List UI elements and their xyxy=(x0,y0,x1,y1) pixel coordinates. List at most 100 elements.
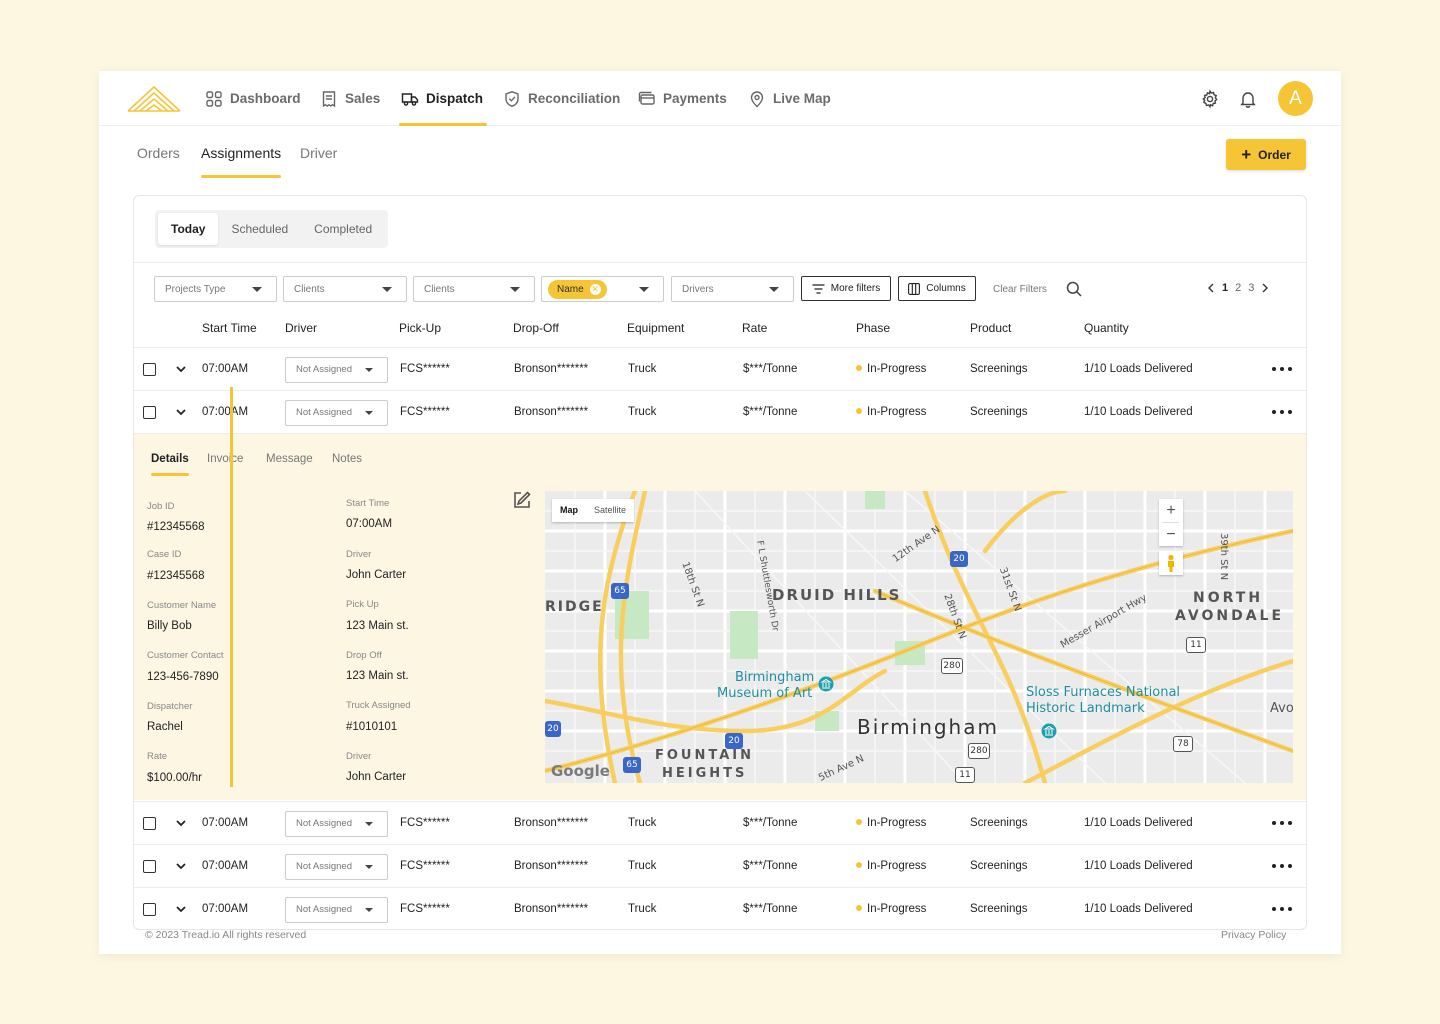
museum-marker-icon[interactable] xyxy=(818,676,834,692)
customer-name-value: Billy Bob xyxy=(147,620,192,632)
name-filter-chip[interactable]: Name ✕ xyxy=(548,279,607,299)
segment-today[interactable]: Today xyxy=(158,213,219,245)
avatar[interactable]: A xyxy=(1278,81,1313,116)
filter-clients[interactable]: Clients xyxy=(283,276,407,302)
col-header-phase[interactable]: Phase xyxy=(856,321,890,335)
us-route-shield-icon: 280 xyxy=(941,658,963,674)
more-actions-icon[interactable] xyxy=(1272,821,1292,826)
nav-dashboard[interactable]: Dashboard xyxy=(205,71,301,126)
details-tab-message[interactable]: Message xyxy=(266,453,313,465)
nav-reconciliation[interactable]: Reconciliation xyxy=(503,71,620,126)
col-header-quantity[interactable]: Quantity xyxy=(1084,321,1129,335)
status-dot-icon xyxy=(856,818,862,825)
more-actions-icon[interactable] xyxy=(1272,864,1292,869)
customer-name-label: Customer Name xyxy=(147,600,217,611)
dropoff-cell: Bronson******* xyxy=(514,817,589,829)
table-row[interactable]: 07:00AM Not Assigned FCS****** Bronson*****… xyxy=(134,347,1306,390)
zoom-in-button[interactable]: + xyxy=(1159,499,1183,522)
row-checkbox[interactable] xyxy=(143,363,156,376)
details-tab-invoice[interactable]: Invoice xyxy=(207,453,243,465)
more-filters-button[interactable]: More filters xyxy=(801,276,891,301)
col-header-start-time[interactable]: Start Time xyxy=(202,321,257,335)
details-tab-notes[interactable]: Notes xyxy=(332,453,362,465)
privacy-policy-link[interactable]: Privacy Policy xyxy=(1221,929,1286,941)
table-row[interactable]: 07:00AM Not Assigned FCS****** Bronson*****… xyxy=(134,844,1306,887)
map-label-heights: HEIGHTS xyxy=(662,766,748,781)
truck-icon xyxy=(401,92,419,106)
quantity-cell: 1/10 Loads Delivered xyxy=(1084,363,1193,375)
subtab-driver[interactable]: Driver xyxy=(300,145,337,161)
more-actions-icon[interactable] xyxy=(1272,907,1292,912)
row-checkbox[interactable] xyxy=(143,406,156,419)
col-header-dropoff[interactable]: Drop-Off xyxy=(513,321,559,335)
filter-drivers-label: Drivers xyxy=(682,283,714,295)
subtab-orders[interactable]: Orders xyxy=(137,145,180,161)
driver-select[interactable]: Not Assigned xyxy=(285,897,388,923)
chevron-down-icon[interactable] xyxy=(174,859,188,873)
row-checkbox[interactable] xyxy=(143,903,156,916)
filter-name[interactable]: Name ✕ xyxy=(541,276,664,302)
zoom-out-button[interactable]: − xyxy=(1159,523,1183,546)
tread-logo[interactable] xyxy=(126,85,182,113)
clear-filters-link[interactable]: Clear Filters xyxy=(993,284,1047,295)
columns-button[interactable]: Columns xyxy=(898,276,976,301)
filter-clients-2[interactable]: Clients xyxy=(413,276,535,302)
col-header-rate[interactable]: Rate xyxy=(742,321,767,335)
dropoff-value: 123 Main st. xyxy=(346,670,409,682)
table-row[interactable]: 07:00AM Not Assigned FCS****** Bronson*****… xyxy=(134,390,1306,433)
nav-dispatch[interactable]: Dispatch xyxy=(398,71,488,126)
nav-live-map[interactable]: Live Map xyxy=(748,71,831,126)
nav-sales[interactable]: Sales xyxy=(320,71,380,126)
driver-select[interactable]: Not Assigned xyxy=(285,357,388,383)
page-2[interactable]: 2 xyxy=(1235,282,1241,294)
nav-payments[interactable]: Payments xyxy=(638,71,727,126)
landmark-marker-icon[interactable] xyxy=(1041,723,1057,739)
table-row[interactable]: 07:00AM Not Assigned FCS****** Bronson*****… xyxy=(134,801,1306,844)
col-header-pickup[interactable]: Pick-Up xyxy=(399,321,441,335)
more-actions-icon[interactable] xyxy=(1272,410,1292,415)
segment-completed[interactable]: Completed xyxy=(301,213,385,245)
chevron-right-icon[interactable] xyxy=(1261,283,1269,293)
row-checkbox[interactable] xyxy=(143,817,156,830)
subtab-assignments[interactable]: Assignments xyxy=(201,145,282,178)
rate-cell: $***/Tonne xyxy=(743,903,798,915)
row-checkbox[interactable] xyxy=(143,860,156,873)
google-logo: Google xyxy=(551,762,610,780)
date-segmented-control: Today Scheduled Completed xyxy=(155,210,389,248)
pickup-cell: FCS****** xyxy=(400,903,450,915)
bell-icon[interactable] xyxy=(1238,89,1258,109)
page-1[interactable]: 1 xyxy=(1222,282,1228,294)
chevron-down-icon[interactable] xyxy=(174,816,188,830)
more-actions-icon[interactable] xyxy=(1272,367,1292,372)
map-type-map[interactable]: Map xyxy=(552,499,586,522)
details-tab-details[interactable]: Details xyxy=(151,453,189,476)
add-order-button[interactable]: + Order xyxy=(1226,139,1306,170)
pagination: 1 2 3 xyxy=(1207,282,1269,294)
col-header-equipment[interactable]: Equipment xyxy=(627,321,684,335)
filter-projects-type[interactable]: Projects Type xyxy=(154,276,277,302)
col-header-driver[interactable]: Driver xyxy=(285,321,317,335)
search-icon[interactable] xyxy=(1066,281,1082,297)
route-map[interactable]: Map Satellite + − DRUID HILLS NORTH AVON… xyxy=(545,491,1293,783)
map-type-satellite[interactable]: Satellite xyxy=(586,499,634,522)
segment-scheduled[interactable]: Scheduled xyxy=(218,213,301,245)
chip-remove-icon[interactable]: ✕ xyxy=(589,283,601,295)
chevron-down-icon[interactable] xyxy=(174,362,188,376)
chevron-down-icon[interactable] xyxy=(174,405,188,419)
nav-dispatch-label: Dispatch xyxy=(426,91,484,106)
driver-select[interactable]: Not Assigned xyxy=(285,400,388,426)
customer-contact-label: Customer Contact xyxy=(147,650,224,661)
col-header-product[interactable]: Product xyxy=(970,321,1011,335)
map-zoom-control: + − xyxy=(1159,499,1183,546)
street-view-pegman[interactable] xyxy=(1159,551,1183,575)
chevron-down-icon[interactable] xyxy=(174,902,188,916)
table-row[interactable]: 07:00AM Not Assigned FCS****** Bronson*****… xyxy=(134,887,1306,929)
gear-icon[interactable] xyxy=(1200,89,1220,109)
app-window: Dashboard Sales Dispatch Reconciliation … xyxy=(99,71,1341,954)
driver-select[interactable]: Not Assigned xyxy=(285,811,388,837)
driver-select[interactable]: Not Assigned xyxy=(285,854,388,880)
filter-drivers[interactable]: Drivers xyxy=(671,276,794,302)
edit-icon[interactable] xyxy=(512,490,532,510)
page-3[interactable]: 3 xyxy=(1248,282,1254,294)
chevron-left-icon[interactable] xyxy=(1207,283,1215,293)
